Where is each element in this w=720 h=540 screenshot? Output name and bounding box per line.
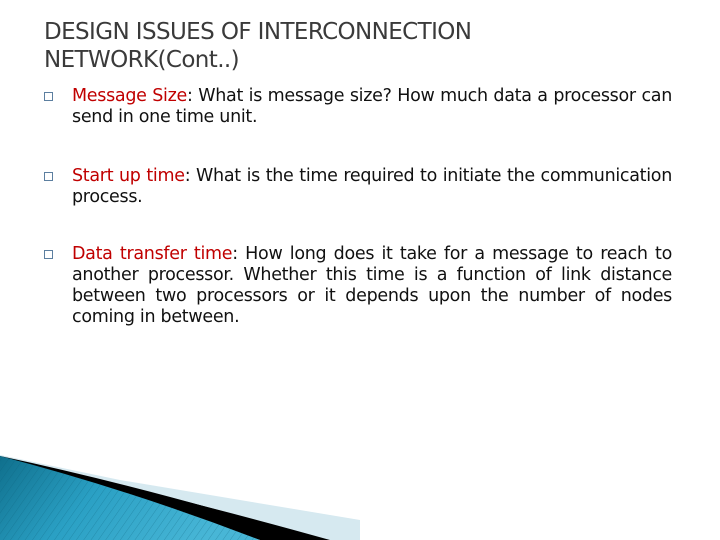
light-sweep-shape xyxy=(0,455,360,540)
slide: DESIGN ISSUES OF INTERCONNECTION NETWORK… xyxy=(0,0,720,540)
bullet-item-data-transfer-time: Data transfer time: How long does it tak… xyxy=(44,244,672,328)
bullet-list: Message Size: What is message size? How … xyxy=(44,86,672,366)
bullet-term: Message Size xyxy=(72,86,187,106)
teal-wave-shape xyxy=(0,456,260,540)
bullet-term: Start up time xyxy=(72,166,185,186)
teal-wave-stripes xyxy=(0,456,260,540)
slide-title-line-1: DESIGN ISSUES OF INTERCONNECTION xyxy=(44,19,472,45)
slide-title-line-2: NETWORK(Cont..) xyxy=(44,47,240,73)
dark-band-shape xyxy=(0,456,320,540)
bullet-item-message-size: Message Size: What is message size? How … xyxy=(44,86,672,128)
square-bullet-icon xyxy=(44,92,53,101)
square-bullet-icon xyxy=(44,172,53,181)
slide-title: DESIGN ISSUES OF INTERCONNECTION NETWORK… xyxy=(44,18,664,74)
square-bullet-icon xyxy=(44,250,53,259)
bullet-item-start-up-time: Start up time: What is the time required… xyxy=(44,166,672,208)
dark-band-shape-2 xyxy=(30,468,330,540)
bullet-term: Data transfer time xyxy=(72,244,233,264)
